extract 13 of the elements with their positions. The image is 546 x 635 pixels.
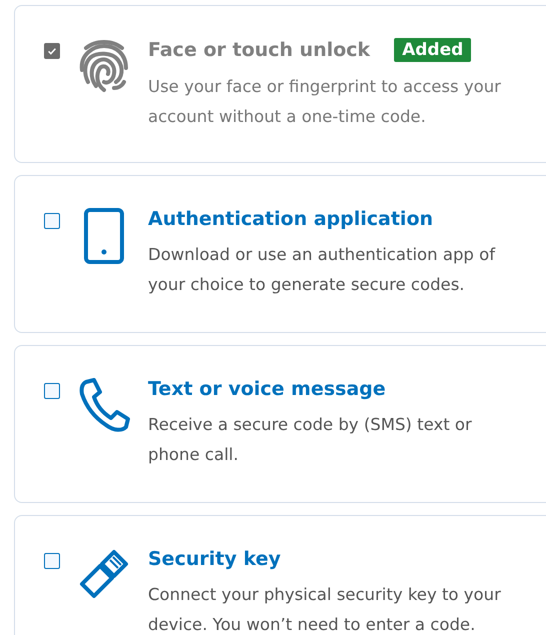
method-description: Receive a secure code by (SMS) text or phone call. — [148, 414, 473, 466]
method-description: Use your face or fingerprint to access your account without a one-time code. — [148, 76, 502, 128]
method-title[interactable]: Security key — [148, 548, 281, 570]
method-title[interactable]: Text or voice message — [148, 378, 386, 400]
checkbox[interactable] — [44, 383, 60, 399]
fingerprint-icon — [78, 38, 130, 94]
method-description: Download or use an authentication app of your choice to generate secure codes. — [148, 244, 496, 296]
phone-icon — [78, 378, 130, 434]
status-badge: Added — [394, 38, 472, 62]
method-title[interactable]: Authentication application — [148, 208, 434, 230]
method-description: Connect your physical security key to your device. You won’t need to enter a code. — [148, 584, 502, 635]
checkbox[interactable] — [44, 213, 60, 229]
checkbox[interactable] — [44, 553, 60, 569]
